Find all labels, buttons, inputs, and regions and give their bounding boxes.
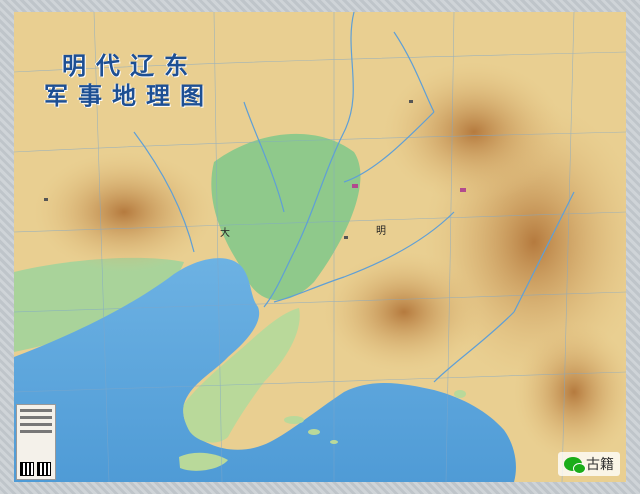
- legend-row: [20, 409, 52, 412]
- map-legend: [16, 404, 56, 480]
- legend-row: [20, 416, 52, 419]
- northeastern-mountains: [384, 62, 564, 202]
- qr-code-icon: [20, 462, 34, 476]
- liaodong-hills: [324, 252, 484, 372]
- western-hills: [34, 152, 214, 272]
- place-label-da: 大: [220, 228, 230, 239]
- map-frame: 明代辽东 军事地理图 大 明 古籍: [0, 0, 640, 494]
- place-label-ming: 明: [376, 226, 386, 237]
- map-title-line2: 军事地理图: [44, 81, 214, 110]
- wechat-icon: [564, 457, 586, 474]
- map-canvas: 明代辽东 军事地理图 大 明: [14, 12, 626, 482]
- legend-row: [20, 430, 52, 433]
- watermark-text: 古籍: [586, 457, 614, 473]
- qr-code-icon: [37, 462, 51, 476]
- watermark-badge: 古籍: [558, 452, 620, 476]
- legend-row: [20, 423, 52, 426]
